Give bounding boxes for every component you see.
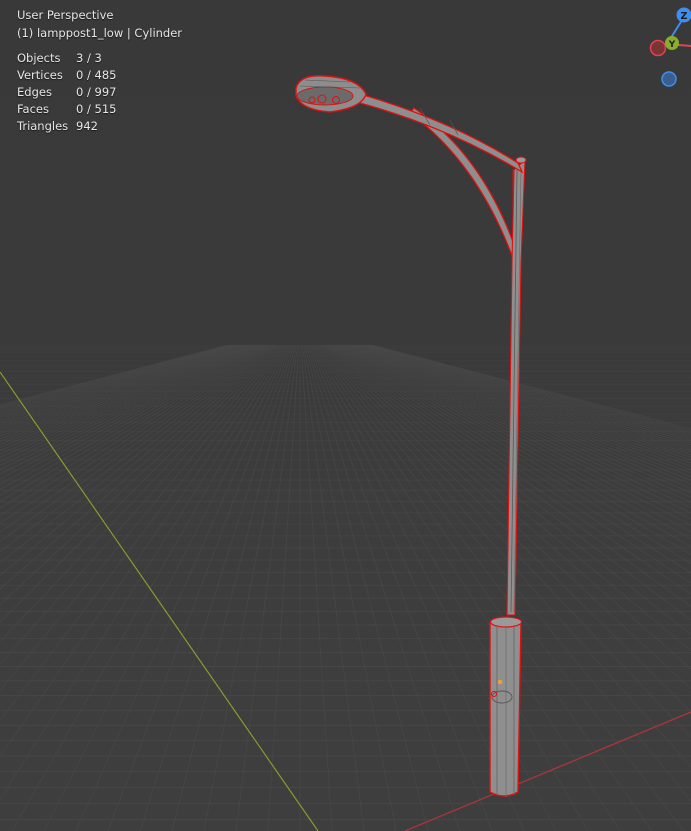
y-axis-handle[interactable]: Y	[665, 36, 679, 50]
grid-line	[171, 344, 296, 831]
grid-line	[0, 344, 271, 516]
grid-line	[203, 344, 297, 831]
grid-line	[139, 344, 295, 831]
grid-line	[0, 344, 247, 432]
neg-z-axis-handle[interactable]	[661, 71, 677, 87]
grid-line	[0, 344, 242, 424]
grid-line	[357, 344, 691, 456]
grid-line	[310, 344, 589, 831]
floor-grid	[0, 344, 691, 831]
grid-line	[304, 344, 429, 831]
grid-line	[107, 344, 294, 831]
grid-line	[305, 344, 461, 831]
grid-line	[358, 344, 691, 453]
grid-line	[306, 344, 493, 831]
grid-line	[0, 344, 282, 623]
y-axis-label: Y	[668, 40, 676, 50]
viewport-scene[interactable]	[0, 0, 691, 831]
grid-line	[0, 344, 277, 564]
grid-line	[312, 344, 653, 831]
grid-line	[0, 344, 280, 606]
grid-line	[0, 344, 273, 533]
grid-line	[0, 344, 266, 490]
grid-line	[0, 344, 284, 665]
grid-line	[356, 344, 691, 458]
z-axis-handle[interactable]: Z	[676, 7, 691, 23]
lamppost-object[interactable]	[295, 75, 527, 797]
z-axis-label: Z	[681, 11, 688, 22]
grid-line	[370, 344, 691, 432]
grid-line	[302, 344, 365, 831]
navigation-gizmo[interactable]: Y Z	[631, 0, 691, 95]
grid-line	[0, 344, 279, 590]
grid-line	[0, 344, 243, 426]
grid-line	[267, 344, 300, 831]
grid-line	[300, 344, 333, 831]
grid-line	[0, 344, 245, 430]
grid-line	[43, 344, 291, 831]
grid-line	[303, 344, 397, 831]
3d-viewport[interactable]: User Perspective (1) lamppost1_low | Cyl…	[0, 0, 691, 831]
grid-line	[0, 344, 283, 643]
grid-line	[355, 344, 691, 461]
neg-x-axis-handle[interactable]	[649, 39, 667, 57]
grid-line	[349, 344, 691, 477]
grid-line	[0, 344, 267, 496]
grid-line	[11, 344, 290, 831]
